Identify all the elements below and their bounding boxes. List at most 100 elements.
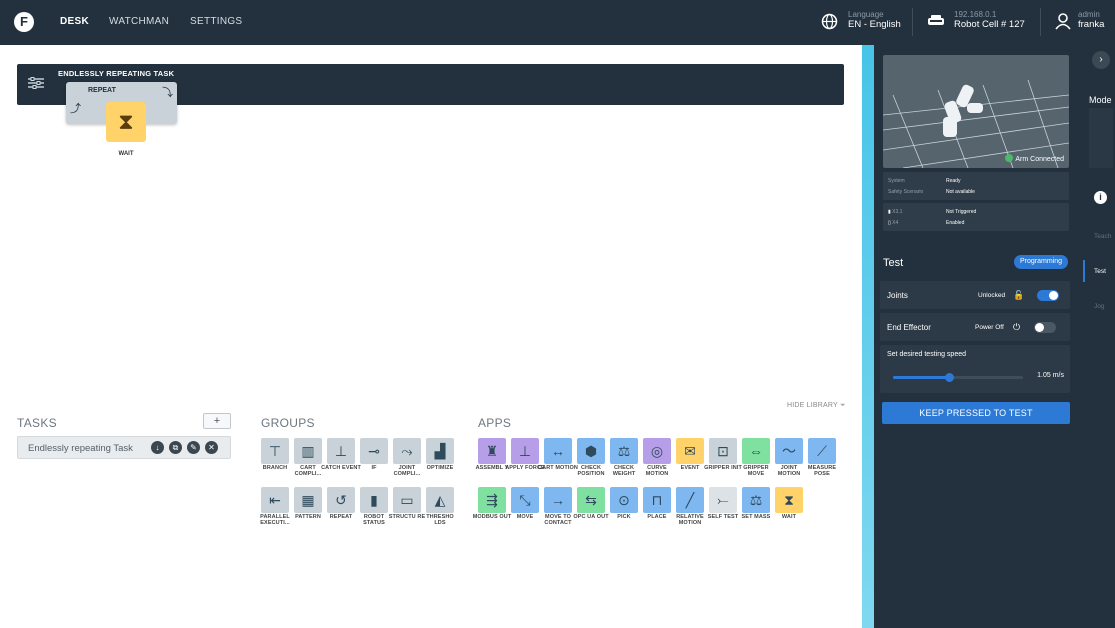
sidebar-item-jog[interactable]: Jog bbox=[1094, 303, 1104, 310]
joints-state: Unlocked bbox=[978, 292, 1006, 299]
delete-icon[interactable]: ✕ bbox=[205, 441, 218, 454]
nav-desk[interactable]: DESK bbox=[60, 16, 89, 27]
repeat-icon[interactable]: ↺ bbox=[327, 487, 355, 513]
end-effector-row: End Effector Power Off ⏻ bbox=[880, 313, 1070, 341]
joints-row: Joints Unlocked 🔓 bbox=[880, 281, 1070, 309]
opc-ua-out-icon[interactable]: ⇆ bbox=[577, 487, 605, 513]
thresholds-icon[interactable]: ◭ bbox=[426, 487, 454, 513]
divider bbox=[912, 8, 913, 36]
speed-label: Set desired testing speed bbox=[887, 351, 966, 358]
optimize-icon[interactable]: ▟ bbox=[426, 438, 454, 464]
end-effector-toggle[interactable] bbox=[1034, 322, 1056, 333]
set-mass-icon[interactable]: ⚖ bbox=[742, 487, 770, 513]
catch-event-icon[interactable]: ⊥ bbox=[327, 438, 355, 464]
language-selector[interactable]: Language EN - English bbox=[848, 10, 901, 30]
joint-compliance-icon[interactable]: ⤳ bbox=[393, 438, 421, 464]
robot-cell-info[interactable]: 192.168.0.1 Robot Cell # 127 bbox=[954, 10, 1025, 30]
repeat-label: REPEAT bbox=[88, 87, 116, 94]
status-key: ▮ X3.1 bbox=[888, 209, 902, 215]
keep-pressed-button[interactable]: KEEP PRESSED TO TEST bbox=[882, 402, 1070, 424]
filter-icon[interactable] bbox=[27, 76, 45, 90]
status-key: Safety Scenario bbox=[888, 189, 924, 195]
speed-row: Set desired testing speed 1.05 m/s bbox=[880, 345, 1070, 393]
wait-icon[interactable]: ⧗ bbox=[775, 487, 803, 513]
cart-motion-icon[interactable]: ↔ bbox=[544, 438, 572, 464]
speed-slider-handle[interactable] bbox=[944, 373, 954, 382]
measure-pose-icon[interactable]: ⟋ bbox=[808, 438, 836, 464]
if-icon[interactable]: ⊸ bbox=[360, 438, 388, 464]
filter-icon: ⏷ bbox=[839, 402, 846, 409]
wait-block[interactable]: ⧗ bbox=[106, 102, 146, 142]
io-value: Not Triggered bbox=[946, 209, 977, 215]
toggle-knob bbox=[1035, 323, 1044, 332]
robot-cell-icon bbox=[927, 14, 945, 32]
robot-status-icon[interactable]: ▮ bbox=[360, 487, 388, 513]
app-label: WAIT bbox=[781, 514, 797, 520]
relative-motion-icon[interactable]: ╱ bbox=[676, 487, 704, 513]
pick-icon[interactable]: ⊙ bbox=[610, 487, 638, 513]
joints-label: Joints bbox=[887, 291, 908, 300]
check-position-icon[interactable]: ⬢ bbox=[577, 438, 605, 464]
sidebar-item-test[interactable]: Test bbox=[1094, 268, 1106, 275]
place-icon[interactable]: ⊓ bbox=[643, 487, 671, 513]
lock-icon: ▮ bbox=[888, 209, 891, 215]
mode-label: Mode bbox=[1089, 95, 1112, 105]
tasks-header: TASKS bbox=[17, 416, 57, 430]
switch-icon: ▯ bbox=[888, 220, 891, 226]
joint-motion-icon[interactable]: 〜 bbox=[775, 438, 803, 464]
speed-fill bbox=[893, 376, 949, 379]
status-value: Not available bbox=[946, 189, 975, 195]
status-key: ▯ X4 bbox=[888, 220, 898, 226]
assembly-icon[interactable]: ♜ bbox=[478, 438, 506, 464]
cart-compliance-icon[interactable]: ▥ bbox=[294, 438, 322, 464]
speed-slider[interactable] bbox=[893, 373, 1023, 382]
nav-watchman[interactable]: WATCHMAN bbox=[109, 16, 169, 27]
end-effector-state: Power Off bbox=[975, 324, 1004, 331]
io-key: X4 bbox=[892, 220, 899, 226]
move-icon[interactable]: ⤡ bbox=[511, 487, 539, 513]
mode-dropdown[interactable] bbox=[1089, 108, 1113, 168]
programming-badge[interactable]: Programming bbox=[1013, 255, 1068, 269]
user-icon[interactable] bbox=[1055, 13, 1071, 34]
sidebar-item-teach[interactable]: Teach bbox=[1094, 233, 1111, 240]
panel-stripe bbox=[862, 45, 874, 628]
check-icon bbox=[1005, 154, 1014, 162]
chevron-right-icon[interactable]: › bbox=[1092, 51, 1110, 69]
status-value: Ready bbox=[946, 178, 961, 184]
curve-motion-icon[interactable]: ◎ bbox=[643, 438, 671, 464]
robot-name: Robot Cell # 127 bbox=[954, 19, 1025, 30]
top-bar: F DESK WATCHMAN SETTINGS Language EN - E… bbox=[0, 0, 1115, 45]
robot-3d-view[interactable]: Arm Connected bbox=[883, 55, 1069, 168]
arm-status-text: Arm Connected bbox=[1015, 156, 1064, 163]
joints-toggle[interactable] bbox=[1037, 290, 1059, 301]
move-to-contact-icon[interactable]: → bbox=[544, 487, 572, 513]
wait-block-label: WAIT bbox=[118, 151, 134, 157]
info-icon[interactable]: i bbox=[1094, 191, 1107, 204]
franka-logo[interactable]: F bbox=[14, 12, 34, 32]
structure-icon[interactable]: ▭ bbox=[393, 487, 421, 513]
globe-icon[interactable] bbox=[821, 13, 838, 34]
apply-force-icon[interactable]: ⊥ bbox=[511, 438, 539, 464]
active-indicator bbox=[1083, 260, 1085, 282]
download-icon[interactable]: ↓ bbox=[151, 441, 164, 454]
self-test-icon[interactable]: ⤚ bbox=[709, 487, 737, 513]
speed-value: 1.05 m/s bbox=[1037, 372, 1064, 379]
hide-library-button[interactable]: HIDE LIBRARY ⏷ bbox=[787, 402, 846, 410]
modbus-out-icon[interactable]: ⇶ bbox=[478, 487, 506, 513]
copy-icon[interactable]: ⧉ bbox=[169, 441, 182, 454]
branch-icon[interactable]: ⊤ bbox=[261, 438, 289, 464]
event-icon[interactable]: ✉ bbox=[676, 438, 704, 464]
nav-settings[interactable]: SETTINGS bbox=[190, 16, 242, 27]
pattern-icon[interactable]: ▦ bbox=[294, 487, 322, 513]
end-effector-label: End Effector bbox=[887, 323, 931, 332]
edit-icon[interactable]: ✎ bbox=[187, 441, 200, 454]
check-weight-icon[interactable]: ⚖ bbox=[610, 438, 638, 464]
add-task-button[interactable]: + bbox=[203, 413, 231, 429]
user-info[interactable]: admin franka bbox=[1078, 10, 1104, 30]
gripper-init-icon[interactable]: ⊡ bbox=[709, 438, 737, 464]
hourglass-icon: ⧗ bbox=[118, 109, 134, 134]
parallel-icon[interactable]: ⇤ bbox=[261, 487, 289, 513]
task-list-item[interactable]: Endlessly repeating Task ↓ ⧉ ✎ ✕ bbox=[17, 436, 231, 459]
unlock-icon: 🔓 bbox=[1013, 290, 1025, 300]
gripper-move-icon[interactable]: ⇔ bbox=[742, 438, 770, 464]
